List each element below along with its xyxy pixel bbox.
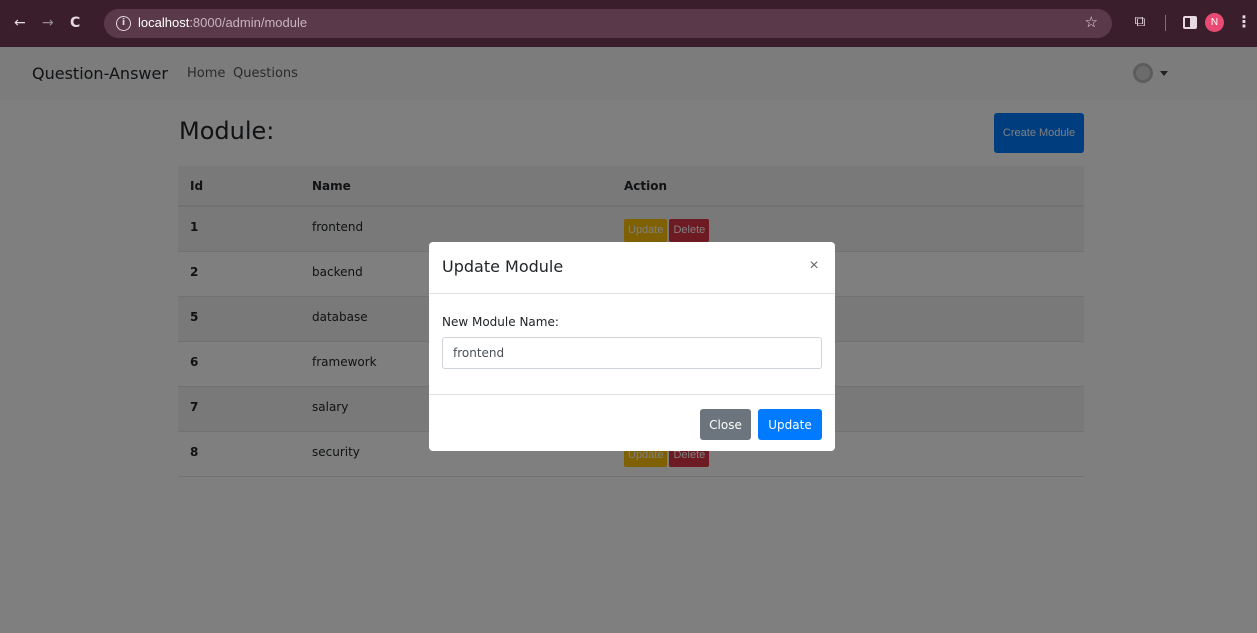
modal-header: Update Module × — [429, 242, 835, 294]
module-name-label: New Module Name: — [442, 315, 559, 329]
side-panel-icon[interactable] — [1183, 16, 1197, 29]
reload-icon[interactable]: C — [70, 13, 80, 33]
browser-toolbar: ← → C i localhost:8000/admin/module ☆ ⧉ … — [0, 0, 1257, 47]
update-module-modal: Update Module × New Module Name: Close U… — [429, 242, 835, 451]
modal-backdrop-edge — [0, 47, 8, 633]
close-icon[interactable]: × — [807, 257, 821, 275]
bookmark-star-icon[interactable]: ☆ — [1085, 13, 1098, 31]
module-name-input[interactable] — [442, 337, 822, 369]
modal-footer: Close Update — [429, 394, 835, 451]
forward-arrow-icon[interactable]: → — [42, 13, 54, 33]
address-bar[interactable]: i localhost:8000/admin/module ☆ — [104, 9, 1112, 38]
url-text[interactable]: localhost:8000/admin/module — [138, 15, 307, 30]
back-arrow-icon[interactable]: ← — [14, 13, 26, 33]
extensions-puzzle-icon[interactable]: ⧉ — [1132, 12, 1148, 30]
update-submit-button[interactable]: Update — [758, 409, 822, 440]
info-icon[interactable]: i — [116, 16, 131, 31]
browser-menu-icon[interactable]: ⋮ — [1236, 12, 1252, 31]
profile-avatar[interactable]: N — [1205, 13, 1224, 32]
modal-title: Update Module — [442, 257, 564, 276]
toolbar-divider — [1165, 15, 1166, 31]
url-path: :8000/admin/module — [189, 15, 308, 30]
close-button[interactable]: Close — [700, 409, 751, 440]
url-host: localhost — [138, 15, 190, 30]
